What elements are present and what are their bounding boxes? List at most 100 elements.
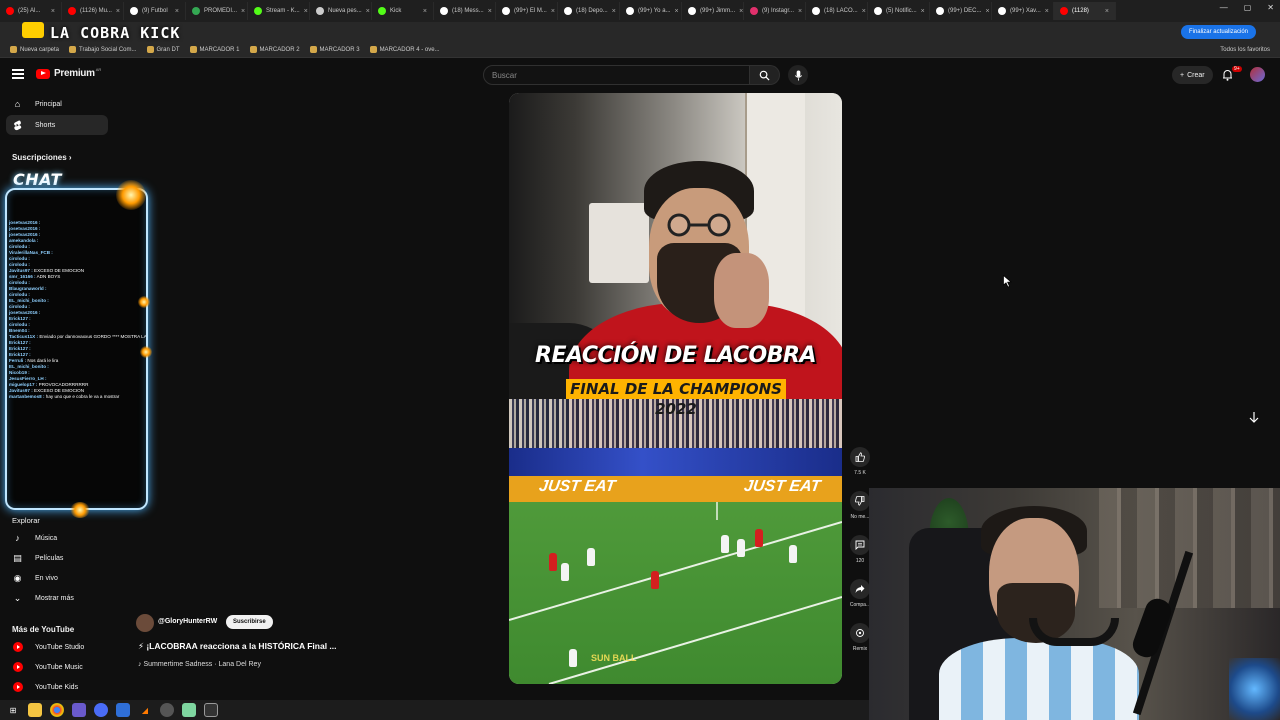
- all-bookmarks-button[interactable]: Todos los favoritos: [1220, 47, 1270, 53]
- subscribe-button[interactable]: Suscribirse: [226, 615, 273, 629]
- account-avatar[interactable]: [1250, 67, 1265, 82]
- bookmark-item[interactable]: Nueva carpeta: [10, 46, 59, 53]
- browser-tab[interactable]: (99+) Jimm... ×: [682, 2, 744, 20]
- tab-close-icon[interactable]: ×: [366, 8, 370, 15]
- browser-tab[interactable]: (99+) El M... ×: [496, 2, 558, 20]
- subscriptions-heading[interactable]: Suscripciones ›: [12, 153, 72, 162]
- app-icon[interactable]: [116, 703, 130, 717]
- browser-tab[interactable]: (1128) ×: [1054, 2, 1116, 20]
- channel-avatar[interactable]: [136, 614, 154, 632]
- tab-close-icon[interactable]: ×: [423, 8, 427, 15]
- tab-close-icon[interactable]: ×: [1105, 8, 1109, 15]
- video-ad-text: JUST EAT: [537, 478, 617, 495]
- browser-tab[interactable]: PROMEDI... ×: [186, 2, 248, 20]
- close-window-icon[interactable]: ✕: [1267, 3, 1274, 12]
- tab-close-icon[interactable]: ×: [986, 8, 990, 15]
- app-icon[interactable]: [204, 703, 218, 717]
- short-video-player[interactable]: JUST EAT JUST EAT REACCIÓN DE LACOBRA FI…: [509, 93, 842, 684]
- tab-close-icon[interactable]: ×: [921, 8, 925, 15]
- app-icon[interactable]: [72, 703, 86, 717]
- tab-close-icon[interactable]: ×: [551, 8, 555, 15]
- browser-tab[interactable]: (1126) Mu... ×: [62, 2, 124, 20]
- youtube-logo[interactable]: Premium AR: [36, 67, 101, 79]
- tab-label: (1128): [1072, 8, 1089, 14]
- bookmark-item[interactable]: Trabajo Social Com...: [69, 46, 137, 53]
- update-button[interactable]: Finalizar actualización: [1180, 25, 1256, 39]
- menu-icon[interactable]: [12, 69, 24, 79]
- sidebar-item-youtube-kids[interactable]: YouTube Kids: [6, 677, 108, 697]
- sidebar-item-label: YouTube Studio: [35, 643, 85, 651]
- app-icon[interactable]: [160, 703, 174, 717]
- sidebar-item-youtube-studio[interactable]: YouTube Studio: [6, 637, 108, 657]
- tab-close-icon[interactable]: ×: [175, 8, 179, 15]
- window-controls[interactable]: — ▢ ✕: [1220, 3, 1274, 12]
- maximize-icon[interactable]: ▢: [1244, 3, 1252, 12]
- sidebar-item-live[interactable]: ◉ En vivo: [6, 568, 108, 588]
- folder-icon[interactable]: [28, 703, 42, 717]
- sidebar-item-label: Mostrar más: [35, 594, 74, 602]
- sidebar-item-youtube-music[interactable]: YouTube Music: [6, 657, 108, 677]
- browser-tab[interactable]: (99+) Xav... ×: [992, 2, 1054, 20]
- tab-favicon-icon: [1060, 7, 1068, 15]
- create-button[interactable]: + Crear: [1172, 66, 1213, 84]
- bookmark-item[interactable]: MARCADOR 1: [189, 46, 240, 53]
- windows-start-icon[interactable]: ⊞: [6, 703, 20, 717]
- minimize-icon[interactable]: —: [1220, 3, 1228, 12]
- sidebar-item-principal[interactable]: ⌂ Principal: [6, 94, 108, 114]
- browser-tab[interactable]: (99+) Yo a... ×: [620, 2, 682, 20]
- voice-search-button[interactable]: [788, 65, 808, 85]
- sidebar-item-movies[interactable]: ▤ Películas: [6, 548, 108, 568]
- remix-button[interactable]: Remix: [849, 623, 871, 652]
- short-music[interactable]: ♪ Summertime Sadness · Lana Del Rey: [138, 661, 261, 668]
- browser-tab[interactable]: Nueva pes... ×: [310, 2, 372, 20]
- tab-close-icon[interactable]: ×: [488, 8, 492, 15]
- sidebar-item-music[interactable]: ♪ Música: [6, 528, 108, 548]
- chrome-icon[interactable]: [50, 703, 64, 717]
- browser-tab[interactable]: (5) Notific... ×: [868, 2, 930, 20]
- app-icon[interactable]: [182, 703, 196, 717]
- tab-close-icon[interactable]: ×: [612, 8, 616, 15]
- bookmark-item[interactable]: MARCADOR 4 - ove...: [369, 46, 440, 53]
- bookmark-item[interactable]: Gran DT: [146, 46, 180, 53]
- address-bar[interactable]: [0, 22, 1280, 42]
- tab-close-icon[interactable]: ×: [304, 8, 308, 15]
- browser-tab[interactable]: (18) Mess... ×: [434, 2, 496, 20]
- dislike-button[interactable]: No me...: [849, 491, 871, 520]
- white-player: [721, 535, 729, 553]
- browser-tab[interactable]: Stream - K... ×: [248, 2, 310, 20]
- bookmark-item[interactable]: MARCADOR 3: [309, 46, 360, 53]
- chat-username: cirolodu :: [9, 304, 30, 309]
- sidebar-item-shorts[interactable]: Shorts: [6, 115, 108, 135]
- bookmark-folder-icon: [249, 46, 257, 53]
- comments-button[interactable]: 120: [849, 535, 871, 564]
- tab-close-icon[interactable]: ×: [862, 8, 866, 15]
- like-button[interactable]: 7.5 K: [849, 447, 871, 476]
- next-short-button[interactable]: [1245, 408, 1263, 426]
- short-title[interactable]: ⚡ ¡LACOBRAA reacciona a la HISTÓRICA Fin…: [138, 641, 337, 652]
- tab-close-icon[interactable]: ×: [1045, 8, 1049, 15]
- tab-close-icon[interactable]: ×: [116, 8, 120, 15]
- sidebar-item-show-more[interactable]: ⌄ Mostrar más: [6, 588, 108, 608]
- notifications-button[interactable]: [1222, 68, 1233, 86]
- browser-tab[interactable]: (18) LACO... ×: [806, 2, 868, 20]
- browser-tab[interactable]: (18) Depo... ×: [558, 2, 620, 20]
- tab-close-icon[interactable]: ×: [51, 8, 55, 15]
- browser-tab[interactable]: Kick ×: [372, 2, 434, 20]
- browser-tab[interactable]: (9) Futbol ×: [124, 2, 186, 20]
- browser-tab[interactable]: (99+) DEC... ×: [930, 2, 992, 20]
- tab-close-icon[interactable]: ×: [739, 8, 743, 15]
- app-icon[interactable]: [94, 703, 108, 717]
- bookmark-item[interactable]: MARCADOR 2: [249, 46, 300, 53]
- app-icon[interactable]: ◢: [138, 703, 152, 717]
- channel-name[interactable]: @GloryHunterRW: [158, 618, 217, 625]
- share-button[interactable]: Compa...: [849, 579, 871, 608]
- search-input[interactable]: Buscar: [483, 65, 750, 85]
- tab-favicon-icon: [812, 7, 820, 15]
- tab-close-icon[interactable]: ×: [241, 8, 245, 15]
- video-stand-band: [509, 448, 842, 476]
- tab-close-icon[interactable]: ×: [675, 8, 679, 15]
- tab-close-icon[interactable]: ×: [798, 8, 802, 15]
- browser-tab[interactable]: (9) Instagr... ×: [744, 2, 806, 20]
- browser-tab[interactable]: (25) Al... ×: [0, 2, 62, 20]
- search-button[interactable]: [750, 65, 780, 85]
